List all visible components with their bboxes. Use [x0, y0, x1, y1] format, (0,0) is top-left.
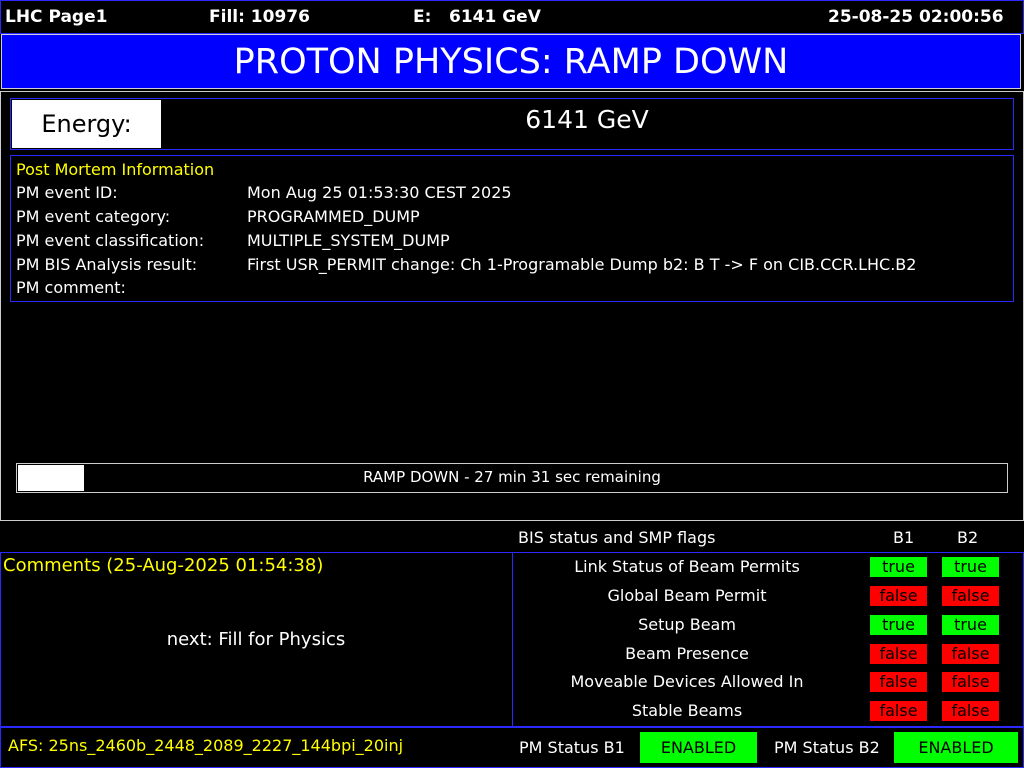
- bis-flag-b2-value: true: [942, 557, 999, 577]
- top-header-bar: LHC Page1 Fill: 10976 E: 6141 GeV 25-08-…: [0, 0, 1024, 34]
- datetime: 25-08-25 02:00:56: [828, 7, 1004, 27]
- bis-flag-label: Stable Beams: [631, 701, 743, 720]
- bis-flag-label: Setup Beam: [638, 615, 736, 634]
- afs-filling-scheme: AFS: 25ns_2460b_2448_2089_2227_144bpi_20…: [8, 736, 404, 755]
- post-mortem-heading: Post Mortem Information: [16, 160, 215, 179]
- page-name: LHC Page1: [5, 7, 108, 27]
- bis-col-b2: B2: [957, 528, 979, 547]
- energy-header-label: E:: [413, 7, 432, 27]
- bis-flag-label: Global Beam Permit: [607, 586, 767, 605]
- pm-status-b2-label: PM Status B2: [774, 738, 880, 757]
- pm-row-label: PM event category:: [16, 207, 171, 226]
- comments-text: next: Fill for Physics: [166, 629, 346, 650]
- bis-flag-b1-value: false: [870, 701, 927, 721]
- pm-status-b1-label: PM Status B1: [519, 738, 625, 757]
- bis-flag-b1-value: false: [870, 644, 927, 664]
- pm-row-label: PM BIS Analysis result:: [16, 255, 198, 274]
- ramp-progress-text: RAMP DOWN - 27 min 31 sec remaining: [363, 468, 661, 486]
- mode-title: PROTON PHYSICS: RAMP DOWN: [233, 42, 789, 82]
- bis-col-b1: B1: [893, 528, 915, 547]
- bis-flag-b2-value: true: [942, 615, 999, 635]
- pm-status-b2-value: ENABLED: [894, 732, 1018, 763]
- energy-header-value: 6141 GeV: [449, 7, 541, 27]
- bis-flag-b1-value: true: [870, 615, 927, 635]
- bis-flag-b2-value: false: [942, 701, 999, 721]
- fill-number: Fill: 10976: [209, 7, 310, 27]
- bis-flag-b2-value: false: [942, 672, 999, 692]
- mode-title-banner: PROTON PHYSICS: RAMP DOWN: [1, 34, 1021, 89]
- pm-row-value: Mon Aug 25 01:53:30 CEST 2025: [247, 183, 512, 202]
- pm-status-b1-value: ENABLED: [640, 732, 757, 763]
- bis-flag-label: Link Status of Beam Permits: [574, 557, 800, 576]
- bis-flag-label: Moveable Devices Allowed In: [570, 672, 804, 691]
- bis-flag-b1-value: false: [870, 672, 927, 692]
- bis-flag-b2-value: false: [942, 586, 999, 606]
- bis-heading: BIS status and SMP flags: [518, 528, 716, 547]
- pm-row-value: First USR_PERMIT change: Ch 1-Programabl…: [247, 255, 917, 274]
- comments-heading: Comments (25-Aug-2025 01:54:38): [3, 555, 324, 576]
- bis-flag-b1-value: false: [870, 586, 927, 606]
- pm-row-label: PM event ID:: [16, 183, 118, 202]
- energy-value: 6141 GeV: [525, 105, 649, 134]
- pm-row-label: PM event classification:: [16, 231, 205, 250]
- pm-row-value: MULTIPLE_SYSTEM_DUMP: [247, 231, 450, 250]
- bis-flag-label: Beam Presence: [625, 644, 749, 663]
- bis-flag-b1-value: true: [870, 557, 927, 577]
- energy-label: Energy:: [12, 100, 161, 148]
- bis-flag-b2-value: false: [942, 644, 999, 664]
- pm-row-label: PM comment:: [16, 278, 126, 297]
- pm-row-value: PROGRAMMED_DUMP: [247, 207, 420, 226]
